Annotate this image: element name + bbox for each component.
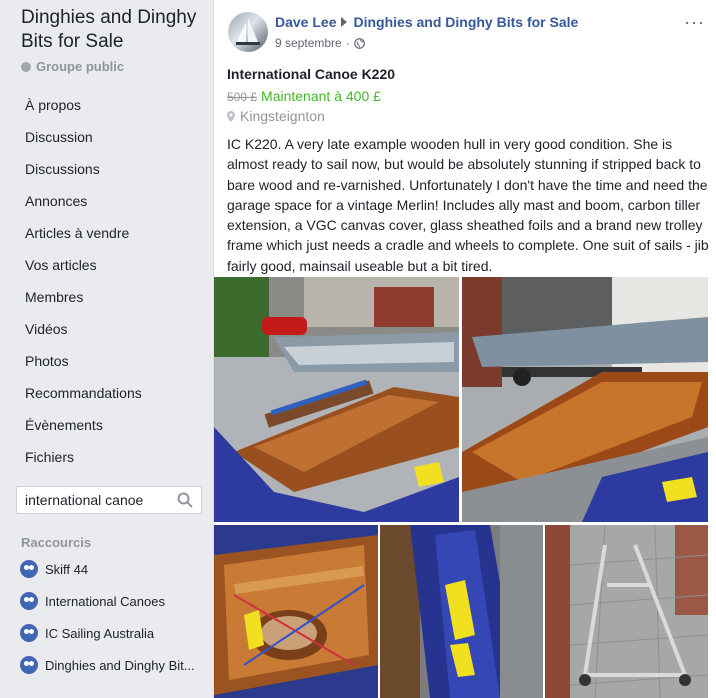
- group-privacy-label: Groupe public: [36, 59, 125, 74]
- listing-location: Kingsteignton: [227, 108, 325, 124]
- nav-item-discussions[interactable]: Discussions: [0, 153, 212, 185]
- listing-photo-4[interactable]: [380, 525, 543, 698]
- post-date[interactable]: 9 septembre: [275, 36, 342, 50]
- shortcut-item[interactable]: Skiff 44: [0, 553, 212, 585]
- group-title[interactable]: Dinghies and Dinghy Bits for Sale: [21, 6, 211, 54]
- nav-item-events[interactable]: Évènements: [0, 409, 212, 441]
- nav-item-members[interactable]: Membres: [0, 281, 212, 313]
- group-privacy: Groupe public: [21, 59, 124, 74]
- more-options-icon[interactable]: ···: [684, 12, 705, 33]
- nav-item-videos[interactable]: Vidéos: [0, 313, 212, 345]
- search-icon[interactable]: [177, 492, 193, 508]
- group-nav: À propos Discussion Discussions Annonces…: [0, 89, 212, 473]
- location-text[interactable]: Kingsteignton: [240, 108, 325, 124]
- avatar[interactable]: [228, 12, 268, 52]
- arrow-right-icon: [341, 17, 348, 27]
- listing-title: International Canoe K220: [227, 66, 396, 82]
- group-icon: [20, 624, 38, 642]
- shortcut-item[interactable]: IC Sailing Australia: [0, 617, 212, 649]
- listing-description: IC K220. A very late example wooden hull…: [227, 136, 709, 274]
- listing-photo-3[interactable]: [214, 525, 378, 698]
- nav-item-files[interactable]: Fichiers: [0, 441, 212, 473]
- old-price: 500 £: [227, 90, 258, 104]
- nav-item-discussion[interactable]: Discussion: [0, 121, 212, 153]
- group-icon: [20, 560, 38, 578]
- shortcuts-heading: Raccourcis: [21, 535, 92, 550]
- listing-photo-5[interactable]: [545, 525, 708, 698]
- nav-item-photos[interactable]: Photos: [0, 345, 212, 377]
- nav-item-recommendations[interactable]: Recommandations: [0, 377, 212, 409]
- shortcut-item[interactable]: International Canoes: [0, 585, 212, 617]
- nav-item-your-items[interactable]: Vos articles: [0, 249, 212, 281]
- listing-price: 500 £ Maintenant à 400 £: [227, 88, 381, 104]
- group-sidebar: Dinghies and Dinghy Bits for Sale Groupe…: [0, 0, 212, 698]
- sale-post: Dave Lee Dinghies and Dinghy Bits for Sa…: [213, 0, 716, 698]
- shortcut-item[interactable]: Dinghies and Dinghy Bit...: [0, 649, 212, 681]
- post-meta: 9 septembre ·: [275, 36, 365, 50]
- nav-item-announcements[interactable]: Annonces: [0, 185, 212, 217]
- nav-item-items-for-sale[interactable]: Articles à vendre: [0, 217, 212, 249]
- post-group-link[interactable]: Dinghies and Dinghy Bits for Sale: [353, 14, 578, 30]
- group-search-input[interactable]: international canoe: [16, 486, 202, 514]
- globe-icon: [21, 61, 31, 72]
- nav-item-about[interactable]: À propos: [0, 89, 212, 121]
- location-pin-icon: [227, 110, 235, 122]
- listing-photo-1[interactable]: [214, 277, 459, 522]
- group-icon: [20, 656, 38, 674]
- post-header: Dave Lee Dinghies and Dinghy Bits for Sa…: [275, 14, 578, 30]
- new-price: Maintenant à 400 £: [261, 88, 381, 104]
- author-name[interactable]: Dave Lee: [275, 14, 336, 30]
- shortcuts-list: Skiff 44 International Canoes IC Sailing…: [0, 553, 212, 681]
- globe-icon: [353, 37, 365, 49]
- search-value: international canoe: [25, 492, 144, 508]
- group-icon: [20, 592, 38, 610]
- listing-photo-2[interactable]: [462, 277, 708, 522]
